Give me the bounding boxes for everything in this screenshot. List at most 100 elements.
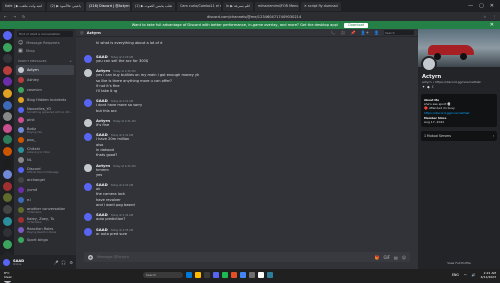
dm-item[interactable]: archangel bbox=[14, 175, 76, 185]
dm-item[interactable]: Nouvelles_YO Something appeared with so d… bbox=[14, 105, 76, 115]
server-icon[interactable] bbox=[2, 77, 12, 87]
voice-call-icon[interactable]: 📞 bbox=[331, 30, 336, 35]
message[interactable]: Actyrn Today at 2:32 AM hmmm yes bbox=[84, 163, 410, 179]
message[interactable]: hi what is everything about a lot of d bbox=[84, 41, 410, 50]
message[interactable]: Actyrn Today at 2:30 AM yes i can buy buil… bbox=[84, 68, 410, 94]
avatar[interactable] bbox=[84, 55, 92, 63]
add-friend-icon[interactable]: 👤+ bbox=[361, 30, 369, 35]
server-icon[interactable] bbox=[2, 158, 12, 168]
dm-item[interactable]: Discord Official Discord Message bbox=[14, 165, 76, 175]
taskbar-app-icon[interactable] bbox=[230, 272, 237, 278]
message[interactable]: Actyrn Today at 2:31 AM it's fine bbox=[84, 118, 410, 128]
dm-item[interactable]: Actyrn bbox=[16, 65, 74, 75]
server-icon[interactable] bbox=[2, 228, 12, 238]
server-icon[interactable] bbox=[2, 31, 12, 40]
wifi-icon[interactable]: ◠ bbox=[464, 273, 467, 277]
dm-item[interactable]: yumit bbox=[14, 185, 76, 195]
avatar[interactable] bbox=[84, 99, 92, 108]
avatar[interactable] bbox=[84, 133, 92, 142]
server-icon[interactable] bbox=[2, 123, 12, 133]
server-icon[interactable] bbox=[2, 54, 12, 64]
avatar[interactable] bbox=[3, 258, 10, 266]
weather-widget[interactable]: 8°C Clear bbox=[4, 271, 12, 279]
attach-plus-icon[interactable]: + bbox=[88, 254, 93, 260]
reload-icon[interactable]: ↻ bbox=[22, 15, 25, 19]
browser-tab[interactable]: In ▶ اتلم بسرعة bbox=[223, 1, 254, 11]
server-icon[interactable] bbox=[2, 239, 12, 249]
taskbar-app-icon[interactable] bbox=[185, 272, 192, 278]
dm-item[interactable]: Blog Hidden Incidents bbox=[14, 95, 76, 105]
minimize-icon[interactable]: — bbox=[468, 3, 473, 9]
emoji-icon[interactable]: ☺ bbox=[402, 255, 406, 260]
create-dm-icon[interactable]: + bbox=[69, 59, 72, 63]
server-icon[interactable] bbox=[2, 42, 12, 52]
avatar[interactable] bbox=[84, 227, 92, 236]
message-list[interactable]: hi what is everything about a lot of d SA… bbox=[76, 37, 418, 250]
dm-item[interactable]: Kaley, Zoey, Tu 3 Members bbox=[14, 215, 76, 225]
server-icon[interactable] bbox=[2, 100, 12, 110]
microphone-icon[interactable]: 🎤 bbox=[53, 260, 58, 265]
message[interactable]: SAAD Today at 2:34 AM auto prediction? bbox=[84, 212, 410, 222]
headphones-icon[interactable]: 🎧 bbox=[61, 260, 66, 265]
gift-icon[interactable]: 🎁 bbox=[374, 255, 379, 260]
server-icon[interactable] bbox=[2, 193, 12, 203]
server-icon[interactable] bbox=[2, 181, 12, 191]
taskbar-app-icon[interactable] bbox=[221, 272, 228, 278]
avatar[interactable] bbox=[84, 69, 92, 78]
language-indicator[interactable]: ENG bbox=[452, 273, 459, 277]
sidebar-nav-item[interactable]: ☺ Message Requests bbox=[14, 39, 76, 47]
dm-item[interactable]: NL bbox=[14, 155, 76, 165]
server-icon[interactable] bbox=[2, 146, 12, 156]
browser-tab[interactable]: (1) ▶ ثعلب يحبس الصوت bbox=[131, 1, 176, 11]
gif-icon[interactable]: GIF bbox=[383, 255, 390, 260]
message[interactable]: SAAD Today at 2:29 AM you can sell the acc… bbox=[84, 54, 410, 64]
notice-close-icon[interactable]: ✕ bbox=[490, 22, 494, 28]
sticker-icon[interactable]: ▤ bbox=[394, 255, 398, 260]
forward-icon[interactable]: → bbox=[13, 15, 16, 19]
taskbar-search[interactable]: Search bbox=[142, 272, 183, 278]
dm-item[interactable]: Botiz Playing idle bbox=[14, 125, 76, 135]
taskbar-app-icon[interactable] bbox=[239, 272, 246, 278]
dm-item[interactable]: Chikshi Listening to Video bbox=[14, 145, 76, 155]
dm-item[interactable]: pop_ bbox=[14, 135, 76, 145]
server-icon[interactable] bbox=[2, 65, 12, 75]
find-conversation-input[interactable]: Find or start a conversation bbox=[17, 31, 73, 37]
dm-item[interactable]: another conversation 3 Members bbox=[14, 205, 76, 215]
avatar[interactable] bbox=[84, 183, 92, 192]
server-icon[interactable] bbox=[2, 170, 12, 180]
maximize-icon[interactable]: ▢ bbox=[479, 3, 484, 9]
browser-tab[interactable]: mihaclemimi/FOR Menu bbox=[255, 1, 300, 11]
browser-tab[interactable]: Cam curio/Combo11 el main bbox=[177, 1, 222, 11]
message[interactable]: SAAD Today at 2:32 AM ok the camera lock hav… bbox=[84, 182, 410, 208]
taskbar-app-icon[interactable] bbox=[194, 272, 201, 278]
server-icon[interactable] bbox=[2, 216, 12, 226]
avatar[interactable] bbox=[84, 119, 92, 128]
message[interactable]: SAAD Today at 2:31 AM i dont have more so … bbox=[84, 98, 410, 114]
server-icon[interactable] bbox=[2, 112, 12, 122]
server-icon[interactable] bbox=[2, 204, 12, 214]
url-field[interactable]: discord.com/channels/@me/123460471740903… bbox=[31, 15, 477, 19]
browser-menu-icon[interactable]: ⋮ bbox=[492, 15, 496, 19]
browser-tab[interactable]: ✕ script fly dumnad bbox=[301, 1, 341, 11]
taskbar-app-icon[interactable] bbox=[203, 272, 210, 278]
settings-gear-icon[interactable]: ⚙ bbox=[69, 260, 73, 265]
taskbar-app-icon[interactable] bbox=[257, 272, 264, 278]
browser-tab[interactable]: (2) ▶ ياعيني عالأسود bbox=[47, 1, 84, 11]
taskbar-app-icon[interactable] bbox=[248, 272, 255, 278]
dm-item[interactable]: Ashley bbox=[14, 75, 76, 85]
dm-item[interactable]: Reaction Roles Playing Reaction Roles bbox=[14, 225, 76, 235]
pinned-messages-icon[interactable]: 📌 bbox=[351, 30, 356, 35]
avatar[interactable] bbox=[84, 163, 92, 172]
profile-avatar[interactable] bbox=[421, 56, 437, 72]
avatar[interactable] bbox=[84, 213, 92, 222]
server-icon[interactable] bbox=[2, 135, 12, 145]
bookmark-star-icon[interactable]: ☆ bbox=[483, 15, 486, 19]
dm-item[interactable]: Sport bingo bbox=[14, 235, 76, 245]
view-full-profile-link[interactable]: View Full Profile bbox=[418, 261, 500, 265]
browser-tab[interactable]: (218) Discord | @Actyrn bbox=[85, 1, 130, 11]
close-icon[interactable]: ✕ bbox=[490, 3, 494, 9]
dm-item[interactable]: pink bbox=[14, 115, 76, 125]
message[interactable]: SAAD Today at 2:35 AM or auto pred sure bbox=[84, 227, 410, 237]
taskbar-app-icon[interactable] bbox=[212, 272, 219, 278]
volume-icon[interactable]: 🔊 bbox=[472, 273, 476, 277]
